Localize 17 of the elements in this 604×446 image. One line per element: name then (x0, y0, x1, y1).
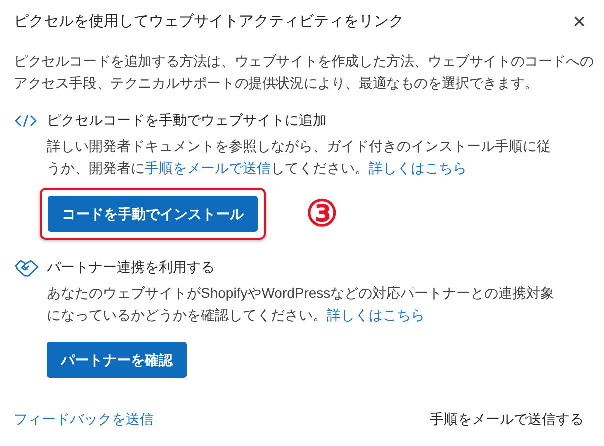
intro-text: ピクセルコードを追加する方法は、ウェブサイトを作成した方法、ウェブサイトのコードへのアクセス手段、テクニカルサポートの提供状況により、最適なものを選択できます。 (14, 52, 595, 93)
email-instructions-button[interactable]: 手順をメールで送信する (430, 409, 584, 430)
close-button[interactable]: × (573, 11, 586, 33)
dialog-title: ピクセルを使用してウェブサイトアクティビティをリンク (14, 12, 404, 32)
text-link[interactable]: 詳しくはこちら (369, 160, 467, 176)
feedback-link[interactable]: フィードバックを送信 (14, 409, 154, 430)
section-description: あなたのウェブサイトがShopifyやWordPressなどの対応パートナーとの連携対象になっているかどうかを確認してください。詳しくはこちら (47, 284, 556, 325)
section-description: 詳しい開発者ドキュメントを参照しながら、ガイド付きのインストール手順に従うか、開発者に手順をメールで送信 してください。詳しくはこちら (47, 137, 552, 178)
section-heading: パートナー連携を利用する (47, 258, 215, 277)
primary-button[interactable]: パートナーを確認 (47, 342, 187, 378)
section-heading: ピクセルコードを手動でウェブサイトに追加 (47, 111, 327, 130)
text-link[interactable]: 詳しくはこちら (327, 307, 425, 323)
step-number: ③ (306, 196, 338, 232)
handshake-icon (14, 258, 40, 278)
code-icon (14, 112, 38, 128)
primary-button[interactable]: コードを手動でインストール (48, 196, 258, 232)
text-link[interactable]: 手順をメールで送信 (145, 160, 271, 176)
